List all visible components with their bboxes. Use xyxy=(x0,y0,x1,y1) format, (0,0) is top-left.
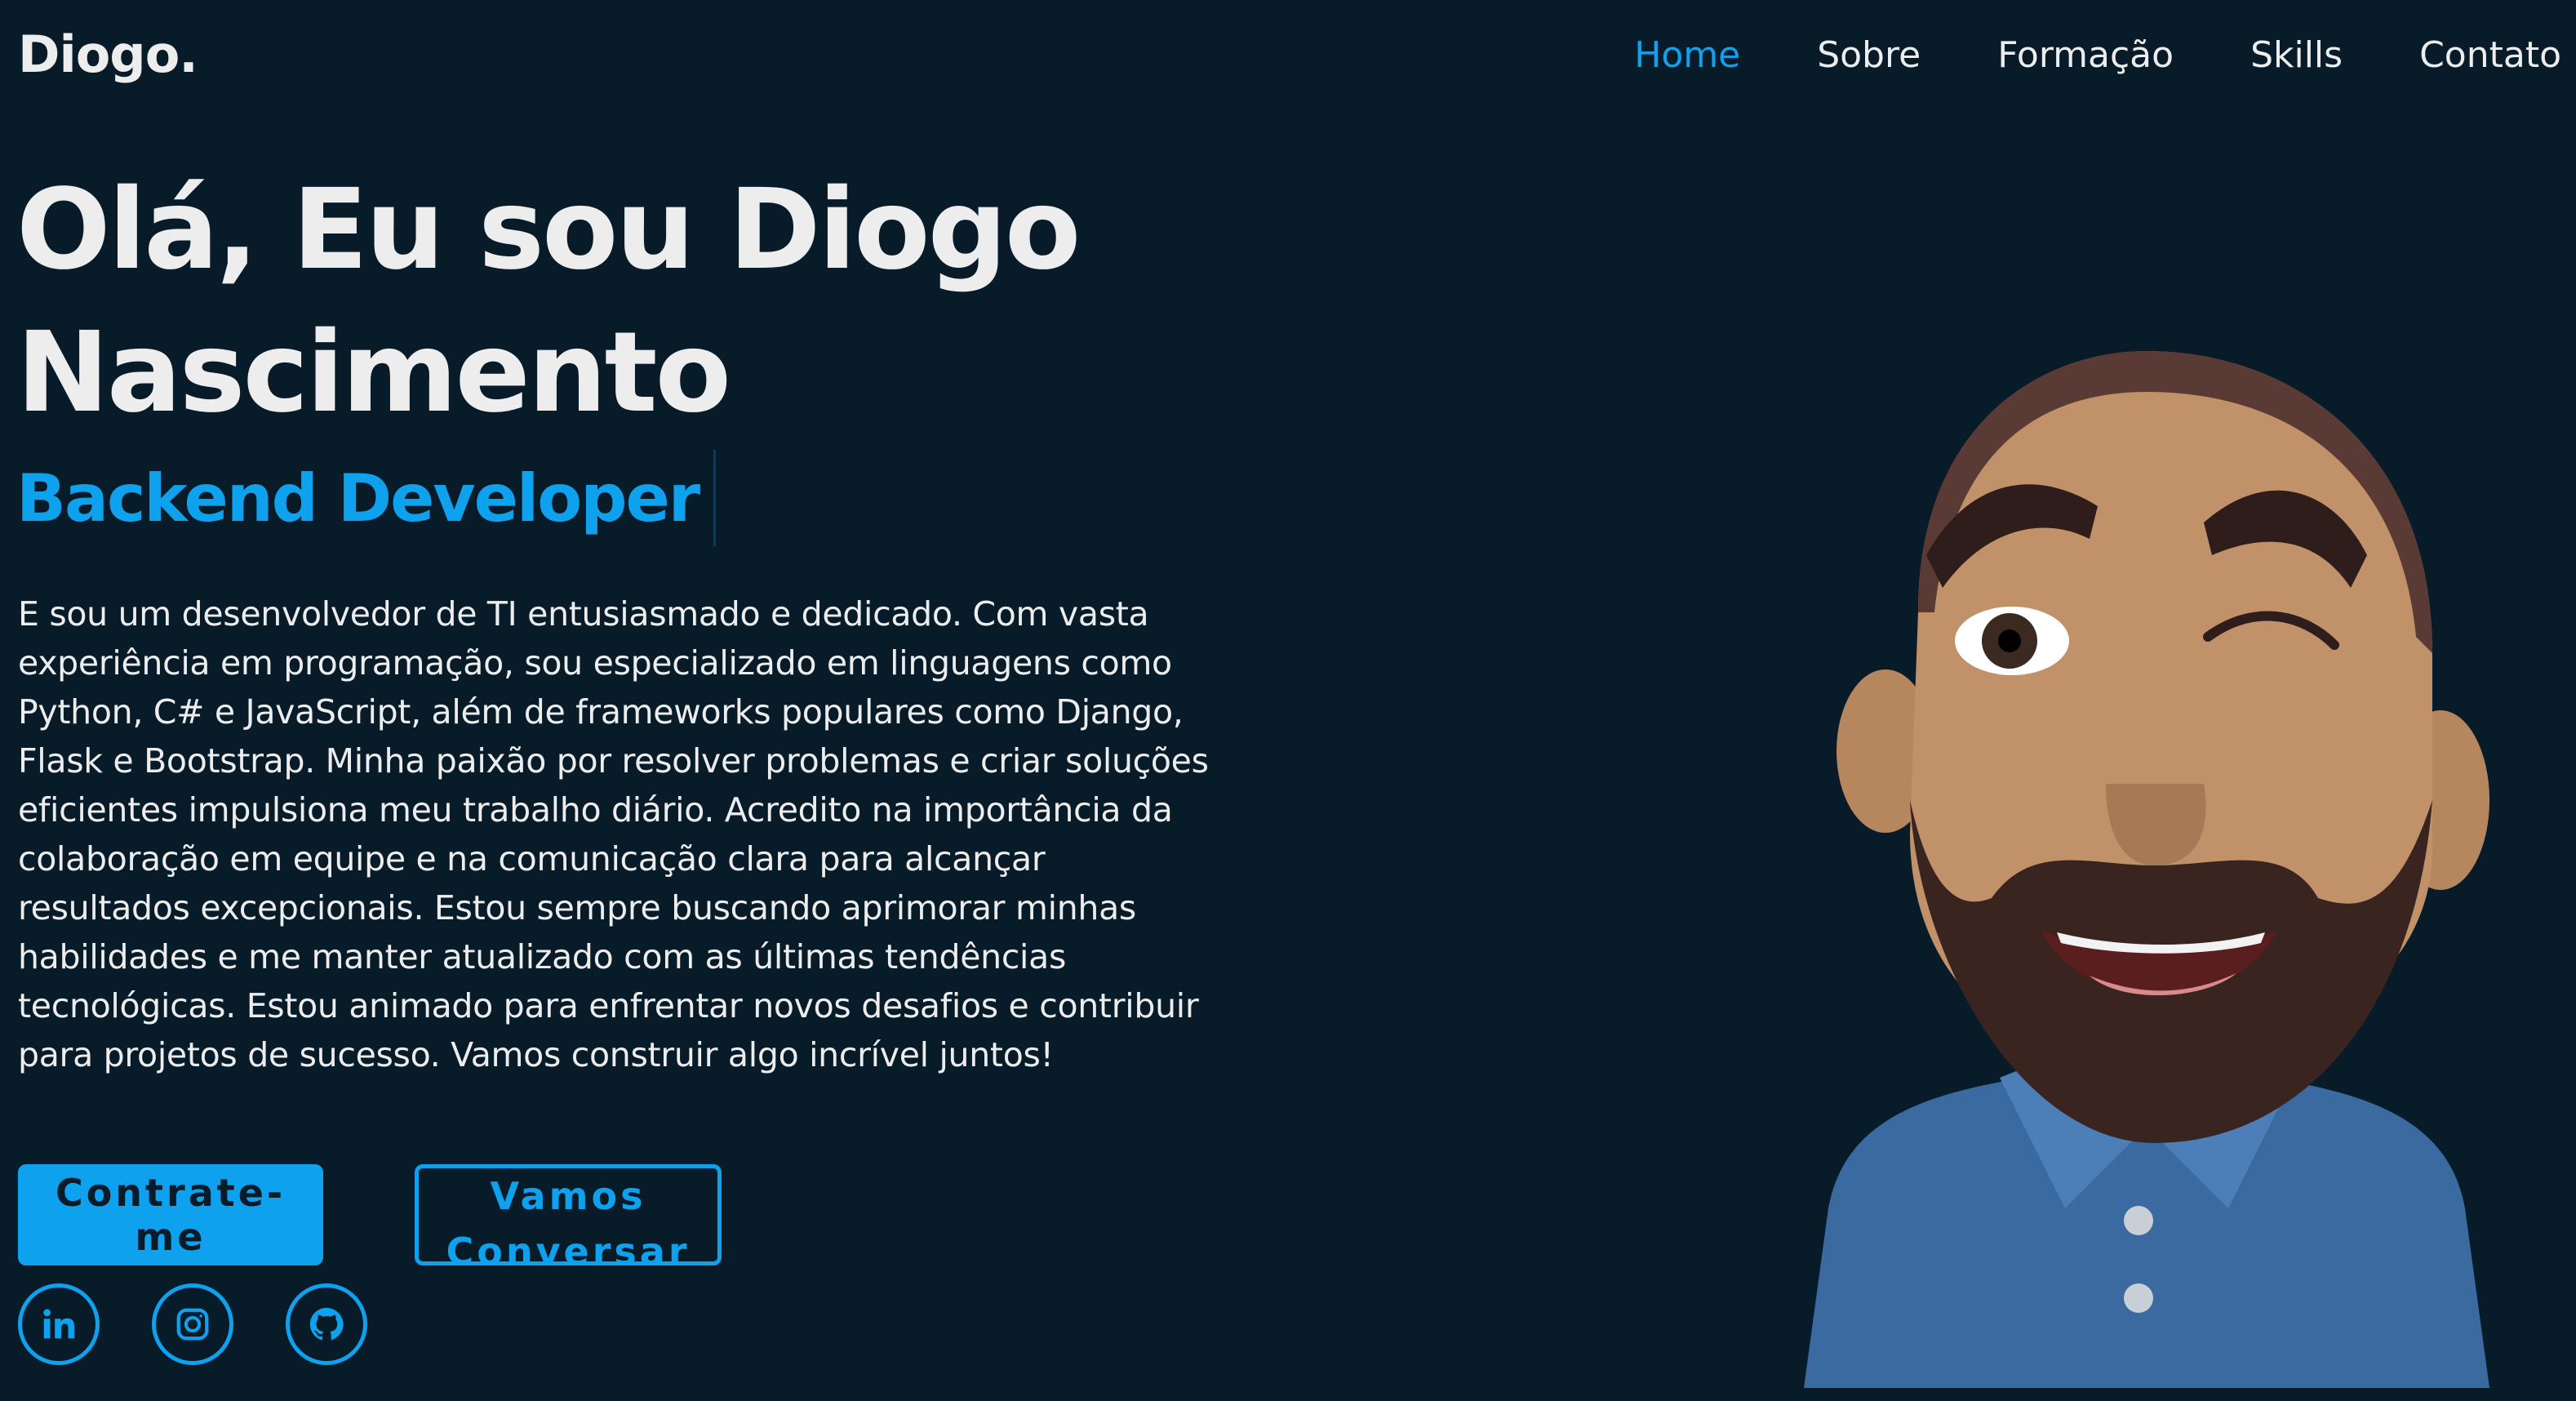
role-headline: Backend Developer xyxy=(16,447,717,549)
social-links xyxy=(18,1283,367,1365)
hire-me-button[interactable]: Contrate-me xyxy=(18,1164,323,1265)
left-eye-pupil xyxy=(1998,629,2021,652)
site-logo[interactable]: Diogo. xyxy=(18,18,198,91)
shirt-button-1 xyxy=(2124,1206,2153,1235)
avatar-illustration xyxy=(1804,351,2489,1388)
instagram-link[interactable] xyxy=(152,1283,233,1365)
main-nav: Home Sobre Formação Skills Contato xyxy=(1634,18,2561,91)
bio-paragraph: E sou um desenvolvedor de TI entusiasmad… xyxy=(18,594,1209,1074)
linkedin-icon xyxy=(43,1309,75,1339)
hero-title-line1: Olá, Eu sou Diogo xyxy=(16,166,1081,295)
instagram-icon xyxy=(176,1308,209,1341)
typing-caret xyxy=(713,450,717,546)
shirt-button-2 xyxy=(2124,1283,2153,1313)
nav-link-contato[interactable]: Contato xyxy=(2419,34,2561,76)
github-icon xyxy=(309,1307,344,1341)
nav-link-skills[interactable]: Skills xyxy=(2250,34,2343,76)
nav-link-sobre[interactable]: Sobre xyxy=(1817,34,1921,76)
hero-title: Olá, Eu sou Diogo Nascimento xyxy=(16,159,1241,445)
nav-link-formacao[interactable]: Formação xyxy=(1997,34,2174,76)
lets-talk-button[interactable]: Vamos Conversar xyxy=(415,1164,722,1274)
github-link[interactable] xyxy=(286,1283,367,1365)
nav-link-home[interactable]: Home xyxy=(1634,34,1740,76)
linkedin-link[interactable] xyxy=(18,1283,100,1365)
role-text: Backend Developer xyxy=(16,460,700,536)
hero-title-line2: Nascimento xyxy=(16,309,731,438)
